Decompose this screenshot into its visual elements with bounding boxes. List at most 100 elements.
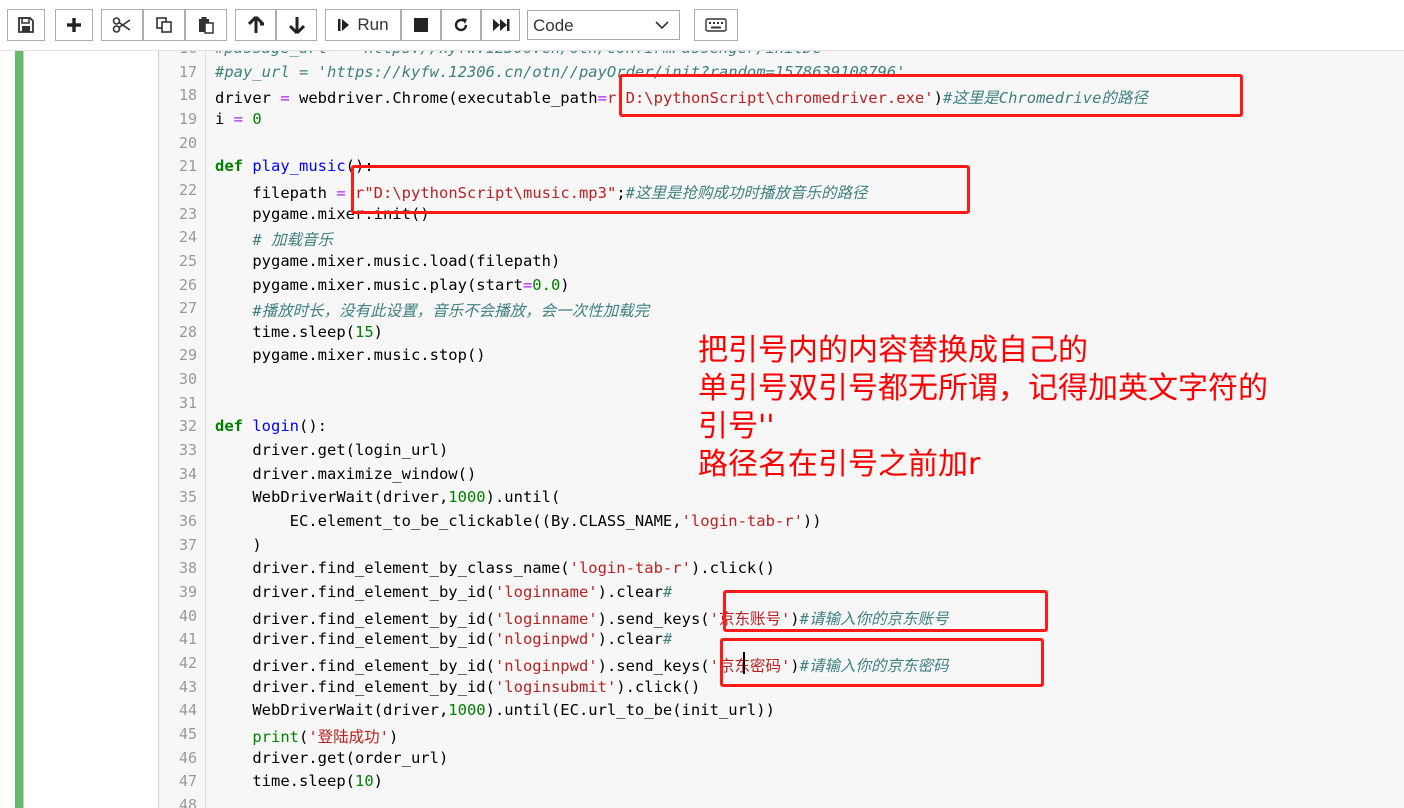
copy-button[interactable] xyxy=(143,9,185,41)
code-token: driver.find_element_by_id( xyxy=(215,677,495,696)
code-token: 'nloginpwd' xyxy=(494,630,598,649)
code-line: def play_music(): xyxy=(215,157,374,175)
line-number: 47 xyxy=(178,772,197,791)
code-line: driver.maximize_window() xyxy=(215,465,476,483)
line-number: 39 xyxy=(178,582,197,601)
code-token: 'nloginpwd' xyxy=(494,656,598,675)
code-token: (): xyxy=(299,417,328,436)
code-token: driver.find_element_by_id( xyxy=(215,582,495,601)
code-token: 'loginsubmit' xyxy=(494,677,617,696)
cell-type-select[interactable]: Code xyxy=(527,10,680,40)
code-line: #passage_url = 'https://kyfw.12306.cn/ot… xyxy=(215,50,831,57)
code-token: ( xyxy=(299,727,309,746)
line-number: 17 xyxy=(178,62,197,81)
line-number: 40 xyxy=(178,606,197,625)
code-token: ).until( xyxy=(485,488,561,507)
code-token: WebDriverWait(driver, xyxy=(215,701,449,720)
annotation-line-1: 把引号内的内容替换成自己的 xyxy=(698,333,1088,368)
restart-kernel-button[interactable] xyxy=(441,9,481,41)
line-number: 35 xyxy=(178,488,197,507)
code-token: = xyxy=(233,109,244,128)
code-line: EC.element_to_be_clickable((By.CLASS_NAM… xyxy=(215,512,822,530)
code-token: login xyxy=(252,417,300,436)
code-token: WebDriverWait(driver, xyxy=(215,488,449,507)
code-line: driver.find_element_by_id('nloginpwd').c… xyxy=(215,630,672,648)
code-token: driver.get(login_url) xyxy=(215,441,449,460)
code-token: driver.maximize_window() xyxy=(215,464,477,483)
annotation-box-chromedriver-path xyxy=(619,74,1243,117)
cut-button[interactable] xyxy=(101,9,143,41)
line-number: 33 xyxy=(178,441,197,460)
code-token: ) xyxy=(373,772,383,791)
code-token: 'loginname' xyxy=(494,609,598,628)
code-token: ) xyxy=(373,322,383,341)
paste-button[interactable] xyxy=(185,9,227,41)
code-token: 0 xyxy=(252,109,262,128)
line-number: 44 xyxy=(178,701,197,720)
line-number: 27 xyxy=(178,299,197,318)
code-token: driver xyxy=(215,89,281,108)
code-token: = xyxy=(522,275,533,294)
code-token: ) xyxy=(389,727,399,746)
run-button[interactable]: Run xyxy=(325,9,401,41)
code-token: pygame.mixer.music.play(start xyxy=(215,275,523,294)
code-line: time.sleep(15) xyxy=(215,323,383,341)
code-token: 10 xyxy=(354,772,374,791)
command-palette-button[interactable] xyxy=(694,9,738,41)
code-token: # xyxy=(662,582,673,601)
paste-icon xyxy=(199,17,214,34)
cell-type-value: Code xyxy=(533,16,574,35)
line-number: 30 xyxy=(178,370,197,389)
code-token: driver.find_element_by_id( xyxy=(215,656,495,675)
code-token: def xyxy=(215,157,243,176)
code-token: pygame.mixer.music.load(filepath) xyxy=(215,251,561,270)
code-token: i xyxy=(215,109,234,128)
code-line: driver.find_element_by_class_name('login… xyxy=(215,559,775,577)
step-forward-icon xyxy=(338,19,350,31)
move-up-button[interactable] xyxy=(235,9,276,41)
annotation-box-music-path xyxy=(351,165,970,214)
line-number: 38 xyxy=(178,559,197,578)
line-number: 23 xyxy=(178,204,197,223)
copy-icon xyxy=(156,17,172,33)
save-button[interactable] xyxy=(7,9,45,41)
save-icon xyxy=(18,17,34,33)
line-number: 24 xyxy=(178,228,197,247)
line-number: 18 xyxy=(178,86,197,105)
code-token: 'login-tab-r' xyxy=(569,559,691,578)
code-token: '登陆成功' xyxy=(308,727,390,746)
text-cursor xyxy=(743,652,745,674)
code-token: #passage_url = 'https://kyfw.12306.cn/ot… xyxy=(215,50,831,57)
code-token: ).send_keys( xyxy=(597,609,710,628)
code-token: ).click() xyxy=(690,559,775,578)
run-all-button[interactable] xyxy=(481,9,520,41)
arrow-down-icon xyxy=(288,17,305,34)
line-number: 26 xyxy=(178,275,197,294)
insert-cell-button[interactable] xyxy=(55,9,93,41)
code-token: driver.get(order_url) xyxy=(215,748,449,767)
code-line: driver.get(login_url) xyxy=(215,441,448,459)
scissors-icon xyxy=(112,17,131,33)
cell-border xyxy=(23,50,24,808)
code-line: def login(): xyxy=(215,417,327,435)
code-token: #播放时长，没有此设置，音乐不会播放，会一次性加载完 xyxy=(252,302,650,321)
code-token: play_music xyxy=(252,157,346,176)
line-number: 41 xyxy=(178,630,197,649)
move-down-button[interactable] xyxy=(276,9,317,41)
code-token: ).send_keys( xyxy=(597,656,710,675)
code-line: pygame.mixer.music.stop() xyxy=(215,346,485,364)
code-token: driver.find_element_by_id( xyxy=(215,609,495,628)
code-token: ).click() xyxy=(616,677,701,696)
code-line: i = 0 xyxy=(215,110,262,128)
code-line: ) xyxy=(215,536,261,554)
code-token: 15 xyxy=(354,322,374,341)
cell-selected-indicator xyxy=(15,50,23,808)
code-token: driver.find_element_by_class_name( xyxy=(215,559,570,578)
line-number: 20 xyxy=(178,133,197,152)
interrupt-button[interactable] xyxy=(401,9,441,41)
code-token: print xyxy=(252,727,299,746)
line-number: 28 xyxy=(178,322,197,341)
code-token: ).until(EC.url_to_be(init_url)) xyxy=(485,701,775,720)
